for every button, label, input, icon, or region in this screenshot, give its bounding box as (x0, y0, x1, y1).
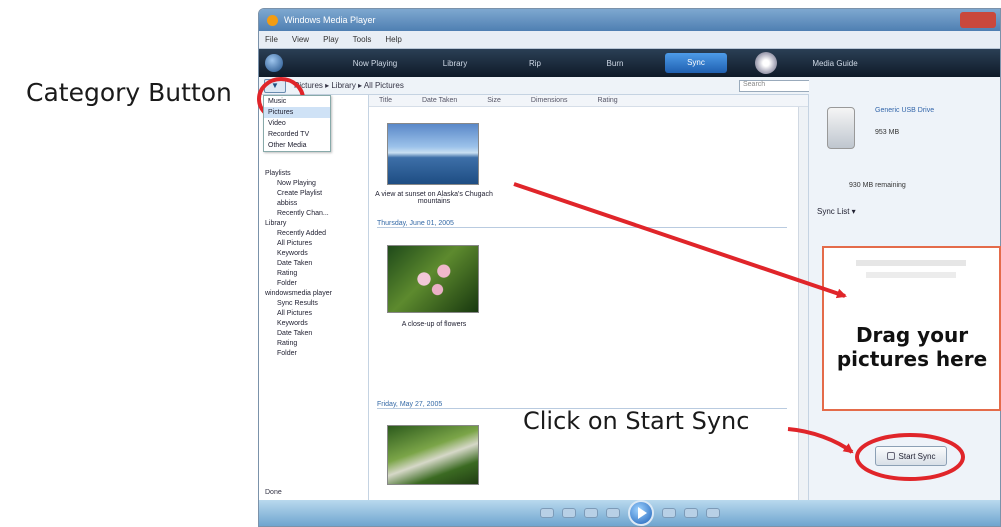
category-button[interactable]: ▼ (264, 78, 286, 93)
tab-now-playing[interactable]: Now Playing (335, 59, 415, 68)
nav-tree-item[interactable]: Keywords (265, 249, 366, 259)
disc-icon (755, 52, 777, 74)
playback-controls (259, 500, 1000, 526)
shuffle-icon[interactable] (539, 508, 554, 518)
nav-tree-item[interactable]: All Pictures (265, 309, 366, 319)
nav-tree-item[interactable]: Recently Added (265, 229, 366, 239)
category-menu-item-other-media[interactable]: Other Media (264, 140, 330, 151)
title-bar: Windows Media Player (259, 9, 1000, 31)
sync-icon (886, 452, 895, 460)
menu-play[interactable]: Play (323, 35, 339, 44)
faint-placeholder-text (856, 260, 966, 266)
faint-placeholder-text (866, 272, 956, 278)
status-text: Done (265, 489, 282, 496)
column-date-taken[interactable]: Date Taken (422, 97, 457, 104)
menu-tools[interactable]: Tools (353, 35, 372, 44)
picture-caption: A close-up of flowers (401, 321, 467, 328)
navigation-tree: Playlists Now Playing Create Playlist abbis… (265, 169, 366, 359)
nav-tree-item[interactable]: All Pictures (265, 239, 366, 249)
sync-list-dropdown[interactable]: Sync List ▾ (817, 207, 856, 216)
start-sync-label: Start Sync (898, 451, 936, 461)
picture-thumbnail[interactable] (387, 123, 479, 185)
category-menu-item-video[interactable]: Video (264, 118, 330, 129)
drag-pictures-annotation: Drag your pictures here (836, 323, 988, 371)
menu-view[interactable]: View (292, 35, 309, 44)
date-group-header: Thursday, June 01, 2005 (377, 220, 787, 228)
column-size[interactable]: Size (487, 97, 501, 104)
volume-slider[interactable] (705, 508, 720, 518)
previous-icon[interactable] (605, 508, 620, 518)
click-start-sync-annotation: Click on Start Sync (523, 407, 750, 435)
tab-library[interactable]: Library (415, 59, 495, 68)
list-scrollbar[interactable] (798, 107, 808, 500)
space-remaining: 930 MB remaining (849, 182, 906, 189)
column-dimensions[interactable]: Dimensions (531, 97, 568, 104)
nav-tree-item[interactable]: Date Taken (265, 329, 366, 339)
category-menu: Music Pictures Video Recorded TV Other M… (263, 95, 331, 152)
tab-media-guide[interactable]: Media Guide (795, 59, 875, 68)
device-name[interactable]: Generic USB Drive (875, 107, 934, 114)
tab-rip[interactable]: Rip (495, 59, 575, 68)
next-icon[interactable] (661, 508, 676, 518)
column-headers: Title Date Taken Size Dimensions Rating (369, 95, 808, 107)
picture-thumbnail[interactable] (387, 425, 479, 485)
nav-tree-item[interactable]: Folder (265, 279, 366, 289)
start-sync-button[interactable]: Start Sync (875, 446, 947, 466)
tab-burn[interactable]: Burn (575, 59, 655, 68)
navigation-pane: ▼ Pictures ▸ Library ▸ All Pictures Sear… (259, 77, 889, 500)
mute-icon[interactable] (683, 508, 698, 518)
picture-list: Title Date Taken Size Dimensions Rating … (369, 95, 809, 500)
device-capacity: 953 MB (875, 129, 900, 136)
nav-tree-item[interactable]: Sync Results (265, 299, 366, 309)
play-button[interactable] (627, 500, 654, 526)
nav-tree-item[interactable]: Now Playing (265, 179, 366, 189)
window-title: Windows Media Player (284, 15, 376, 25)
picture-thumbnail[interactable] (387, 245, 479, 313)
category-menu-item-pictures[interactable]: Pictures (264, 107, 330, 118)
nav-tree-item[interactable]: Playlists (265, 169, 366, 179)
nav-tree-item[interactable]: Library (265, 219, 366, 229)
stop-icon[interactable] (583, 508, 598, 518)
picture-caption: A view at sunset on Alaska's Chugach mou… (375, 191, 493, 205)
nav-tree-item[interactable]: abbiss (265, 199, 366, 209)
menu-bar: File View Play Tools Help (259, 31, 1000, 49)
media-player-icon (267, 14, 278, 26)
nav-tree-item[interactable]: Rating (265, 339, 366, 349)
nav-tree-item[interactable]: windowsmedia player (265, 289, 366, 299)
category-button-annotation: Category Button (26, 78, 232, 107)
nav-tree-item[interactable]: Recently Chan... (265, 209, 366, 219)
nav-tree-item[interactable]: Create Playlist (265, 189, 366, 199)
column-title[interactable]: Title (379, 97, 392, 104)
column-rating[interactable]: Rating (597, 97, 617, 104)
tab-sync[interactable]: Sync (665, 53, 727, 73)
nav-tree-item[interactable]: Keywords (265, 319, 366, 329)
nav-tree-item[interactable]: Rating (265, 269, 366, 279)
menu-help[interactable]: Help (385, 35, 401, 44)
close-button[interactable] (960, 12, 996, 28)
screenshot-stage: Category Button Windows Media Player Fil… (0, 0, 1001, 527)
nav-tree-item[interactable]: Folder (265, 349, 366, 359)
nav-tree-item[interactable]: Date Taken (265, 259, 366, 269)
feature-tabs: Now Playing Library Rip Burn Sync Media … (259, 49, 1000, 77)
breadcrumb[interactable]: Pictures ▸ Library ▸ All Pictures (294, 81, 404, 90)
repeat-icon[interactable] (561, 508, 576, 518)
address-bar: ▼ Pictures ▸ Library ▸ All Pictures Sear… (259, 77, 889, 95)
back-forward-icon[interactable] (265, 54, 283, 72)
category-menu-item-music[interactable]: Music (264, 96, 330, 107)
menu-file[interactable]: File (265, 35, 278, 44)
category-menu-item-recorded-tv[interactable]: Recorded TV (264, 129, 330, 140)
device-icon (827, 107, 855, 149)
